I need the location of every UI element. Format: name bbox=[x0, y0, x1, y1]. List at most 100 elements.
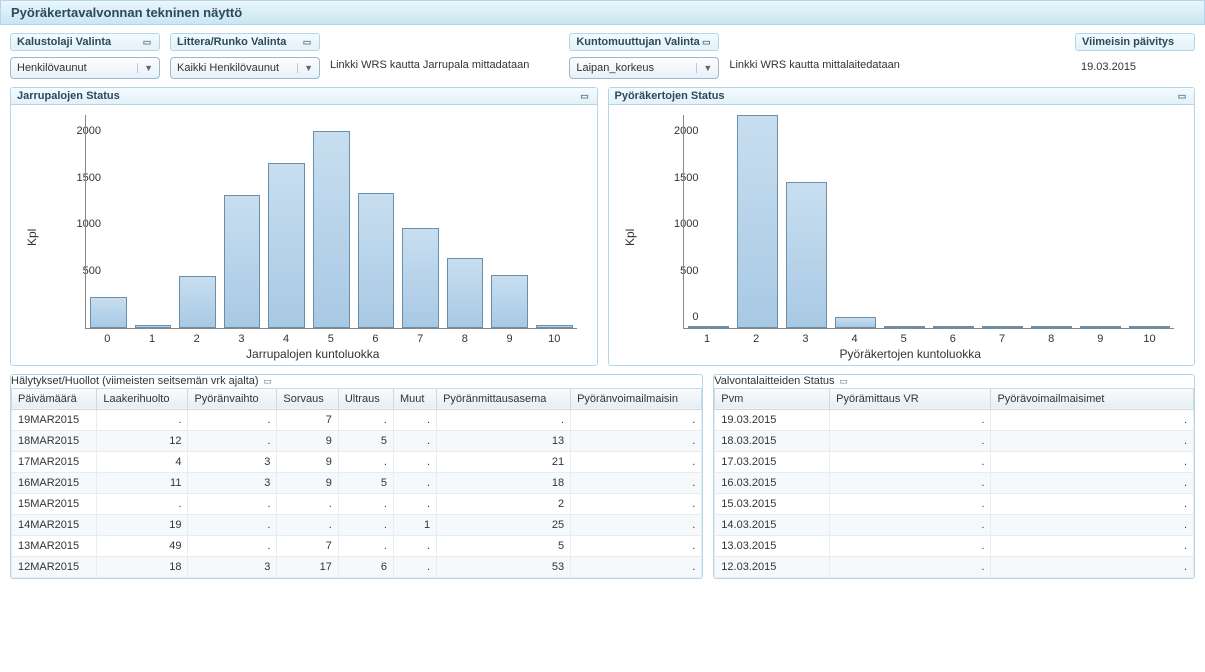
table-row: 18.03.2015.. bbox=[715, 430, 1194, 451]
column-header[interactable]: Pvm bbox=[715, 388, 830, 409]
table-cell: 53 bbox=[437, 556, 571, 577]
table-cell: . bbox=[991, 409, 1194, 430]
collapse-icon[interactable]: ▭ bbox=[262, 376, 274, 388]
bar bbox=[402, 228, 439, 328]
column-header[interactable]: Pyöränmittausasema bbox=[437, 388, 571, 409]
kuntomuuttuja-value: Laipan_korkeus bbox=[576, 62, 654, 74]
table-cell: . bbox=[830, 493, 991, 514]
table-row: 14.03.2015.. bbox=[715, 514, 1194, 535]
table-cell: 3 bbox=[188, 472, 277, 493]
chart-title: Pyöräkertojen Status bbox=[615, 90, 725, 102]
table-cell: . bbox=[991, 535, 1194, 556]
table-cell: . bbox=[97, 493, 188, 514]
table-cell: 4 bbox=[97, 451, 188, 472]
collapse-icon[interactable]: ▭ bbox=[700, 36, 712, 48]
table-cell: . bbox=[188, 535, 277, 556]
column-header[interactable]: Pyörävoimailmaisimet bbox=[991, 388, 1194, 409]
jarrupalojen-chart-panel: Jarrupalojen Status▭Kpl20001500100050000… bbox=[10, 87, 598, 366]
kalustolaji-value: Henkilövaunut bbox=[17, 62, 87, 74]
table-cell: . bbox=[393, 472, 436, 493]
bar bbox=[737, 115, 778, 328]
table-cell: 12MAR2015 bbox=[12, 556, 97, 577]
bar bbox=[1080, 326, 1121, 328]
bar bbox=[835, 317, 876, 328]
table-row: 18MAR201512.95.13. bbox=[12, 430, 702, 451]
bar bbox=[884, 326, 925, 328]
kalustolaji-label-text: Kalustolaji Valinta bbox=[17, 36, 111, 48]
alerts-table: PäivämääräLaakerihuoltoPyöränvaihtoSorva… bbox=[11, 388, 702, 578]
table-row: 15MAR2015.....2. bbox=[12, 493, 702, 514]
collapse-icon[interactable]: ▭ bbox=[141, 36, 153, 48]
table-cell: 14MAR2015 bbox=[12, 514, 97, 535]
table-cell: 5 bbox=[338, 472, 393, 493]
link-jarrupala[interactable]: Linkki WRS kautta Jarrupala mittadataan bbox=[330, 41, 529, 71]
table-cell: 11 bbox=[97, 472, 188, 493]
kalustolaji-label: Kalustolaji Valinta ▭ bbox=[10, 33, 160, 51]
controls-row: Kalustolaji Valinta ▭ Henkilövaunut ▼ Li… bbox=[0, 25, 1205, 87]
table-cell: . bbox=[277, 493, 338, 514]
status-table-panel: Valvontalaitteiden Status ▭ PvmPyörämitt… bbox=[713, 374, 1195, 579]
kuntomuuttuja-label: Kuntomuuttujan Valinta ▭ bbox=[569, 33, 719, 51]
viimeisin-label: Viimeisin päivitys bbox=[1075, 33, 1195, 51]
pyorakertojen-chart-panel: Pyöräkertojen Status▭Kpl2000150010005000… bbox=[608, 87, 1196, 366]
table-cell: . bbox=[991, 556, 1194, 577]
table-cell: . bbox=[830, 451, 991, 472]
littera-select[interactable]: Kaikki Henkilövaunut ▼ bbox=[170, 57, 320, 79]
table-cell: . bbox=[571, 556, 702, 577]
collapse-icon[interactable]: ▭ bbox=[1176, 90, 1188, 102]
table-cell: . bbox=[393, 430, 436, 451]
collapse-icon[interactable]: ▭ bbox=[301, 36, 313, 48]
table-cell: 7 bbox=[277, 409, 338, 430]
table-cell: 3 bbox=[188, 451, 277, 472]
bar bbox=[358, 193, 395, 328]
table-cell: . bbox=[277, 514, 338, 535]
bar bbox=[313, 131, 350, 328]
table-cell: . bbox=[830, 430, 991, 451]
table-cell: . bbox=[338, 514, 393, 535]
bar bbox=[1129, 326, 1170, 328]
table-cell: 12 bbox=[97, 430, 188, 451]
column-header[interactable]: Muut bbox=[393, 388, 436, 409]
kalustolaji-select[interactable]: Henkilövaunut ▼ bbox=[10, 57, 160, 79]
column-header[interactable]: Pyöränvoimailmaisin bbox=[571, 388, 702, 409]
x-axis: 12345678910 bbox=[683, 333, 1175, 345]
table-cell: 13MAR2015 bbox=[12, 535, 97, 556]
table-cell: 17 bbox=[277, 556, 338, 577]
link-mittalaite[interactable]: Linkki WRS kautta mittalaitedataan bbox=[729, 41, 900, 71]
column-header[interactable]: Pyöränvaihto bbox=[188, 388, 277, 409]
table-cell: . bbox=[991, 493, 1194, 514]
alerts-table-title: Hälytykset/Huollot (viimeisten seitsemän… bbox=[11, 375, 259, 387]
table-cell: 19.03.2015 bbox=[715, 409, 830, 430]
chevron-down-icon: ▼ bbox=[696, 63, 712, 73]
table-row: 19MAR2015..7.... bbox=[12, 409, 702, 430]
kuntomuuttuja-select[interactable]: Laipan_korkeus ▼ bbox=[569, 57, 719, 79]
collapse-icon[interactable]: ▭ bbox=[838, 376, 850, 388]
table-cell: 14.03.2015 bbox=[715, 514, 830, 535]
bar bbox=[786, 182, 827, 328]
table-row: 12MAR2015183176.53. bbox=[12, 556, 702, 577]
table-cell: . bbox=[991, 430, 1194, 451]
littera-label: Littera/Runko Valinta ▭ bbox=[170, 33, 320, 51]
table-row: 13MAR201549.7..5. bbox=[12, 535, 702, 556]
table-cell: . bbox=[338, 409, 393, 430]
table-cell: 3 bbox=[188, 556, 277, 577]
collapse-icon[interactable]: ▭ bbox=[579, 90, 591, 102]
column-header[interactable]: Päivämäärä bbox=[12, 388, 97, 409]
chevron-down-icon: ▼ bbox=[297, 63, 313, 73]
table-cell: . bbox=[571, 430, 702, 451]
bar bbox=[688, 326, 729, 328]
table-cell: . bbox=[188, 493, 277, 514]
table-cell: . bbox=[188, 430, 277, 451]
bar bbox=[933, 326, 974, 328]
table-cell: 18.03.2015 bbox=[715, 430, 830, 451]
bar bbox=[224, 195, 261, 328]
column-header[interactable]: Laakerihuolto bbox=[97, 388, 188, 409]
table-cell: 17.03.2015 bbox=[715, 451, 830, 472]
table-cell: 12.03.2015 bbox=[715, 556, 830, 577]
bar bbox=[135, 325, 172, 328]
column-header[interactable]: Sorvaus bbox=[277, 388, 338, 409]
column-header[interactable]: Pyörämittaus VR bbox=[830, 388, 991, 409]
table-cell: . bbox=[571, 493, 702, 514]
column-header[interactable]: Ultraus bbox=[338, 388, 393, 409]
table-cell: . bbox=[338, 493, 393, 514]
